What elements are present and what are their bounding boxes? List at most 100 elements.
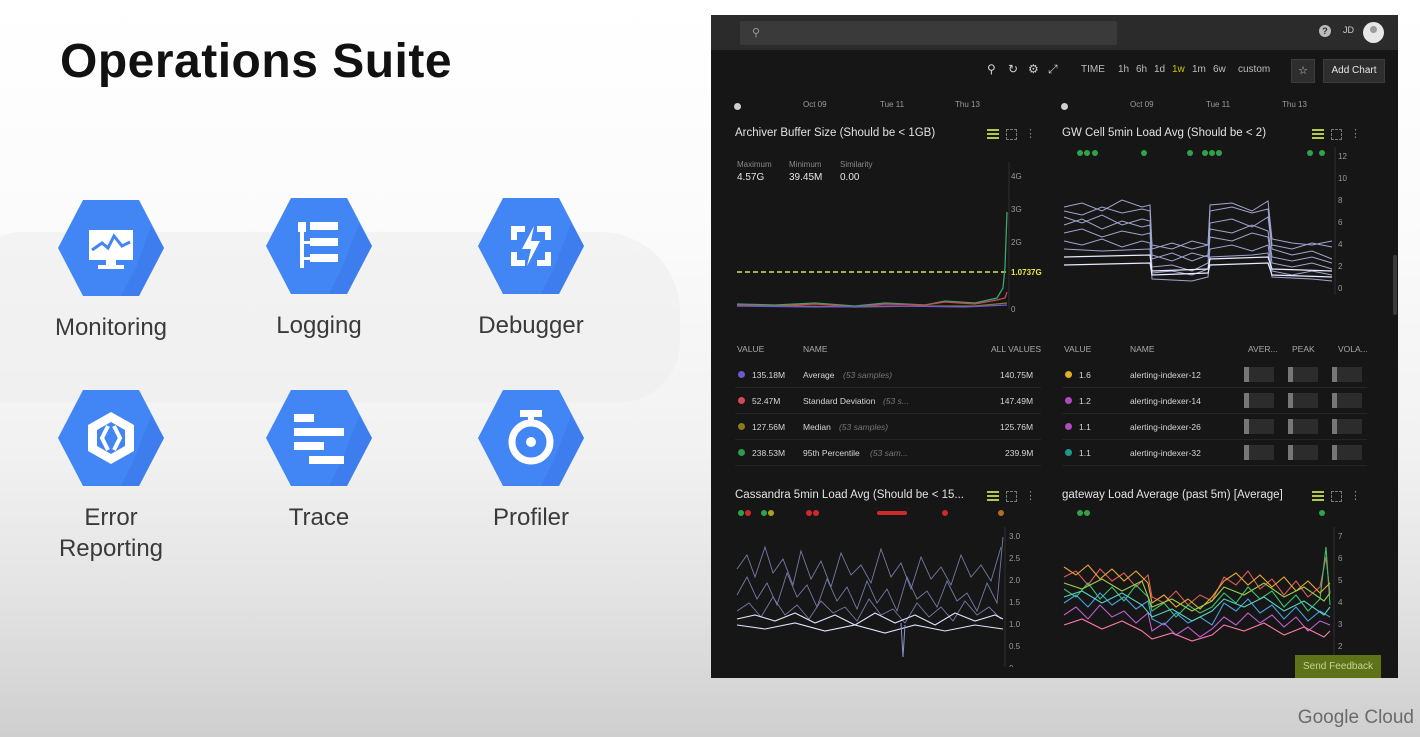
time-axis-label: Thu 13 [1282, 100, 1307, 109]
refresh-icon[interactable]: ↻ [1008, 62, 1018, 76]
average-bar [1244, 367, 1274, 382]
row-name: Standard Deviation [803, 396, 876, 406]
add-chart-button[interactable]: Add Chart [1323, 59, 1385, 83]
y-tick: 0.5 [1009, 642, 1021, 651]
y-tick: 6 [1338, 554, 1343, 563]
fullscreen-icon[interactable] [1331, 129, 1342, 140]
row-all: 239.9M [1005, 448, 1034, 458]
row-name: alerting-indexer-12 [1130, 370, 1201, 380]
y-tick: 4 [1338, 240, 1343, 249]
fullscreen-icon[interactable] [1006, 491, 1017, 502]
gear-icon[interactable]: ⚙ [1028, 62, 1039, 76]
dashboard-toolbar: ⚲ ↻ ⚙ ⤢ TIME 1h 6h 1d 1w 1m 6w custom ☆ … [711, 59, 1398, 83]
col-header[interactable]: ALL VALUES [991, 344, 1041, 354]
more-icon[interactable]: ⋮ [1025, 129, 1036, 140]
timeline-handle-right[interactable] [1061, 103, 1068, 110]
row-name: alerting-indexer-14 [1130, 396, 1201, 406]
range-1w[interactable]: 1w [1172, 64, 1185, 75]
peak-bar [1288, 419, 1318, 434]
y-tick: 4 [1338, 598, 1343, 607]
row-name: alerting-indexer-26 [1130, 422, 1201, 432]
row-value: 1.6 [1079, 370, 1091, 380]
table-row[interactable]: 1.1 alerting-indexer-26 [1062, 413, 1367, 440]
range-6w[interactable]: 6w [1213, 64, 1226, 75]
series-color-dot [1065, 423, 1072, 430]
table-row[interactable]: 127.56M Median (53 samples) 125.76M [735, 413, 1041, 440]
chart-panel-gw-cell: GW Cell 5min Load Avg (Should be < 2) ⋮ … [1062, 127, 1382, 467]
table-row[interactable]: 1.2 alerting-indexer-14 [1062, 387, 1367, 414]
list-icon[interactable] [1312, 129, 1324, 139]
avatar[interactable] [1363, 22, 1384, 43]
fullscreen-icon[interactable] [1331, 491, 1342, 502]
time-label: TIME [1081, 64, 1105, 75]
volatility-bar [1332, 419, 1362, 434]
col-header[interactable]: VALUE [1064, 344, 1091, 354]
time-axis-label: Thu 13 [955, 100, 980, 109]
series-color-dot [1065, 371, 1072, 378]
chart-actions: ⋮ [987, 129, 1036, 141]
tool-error-reporting: Error Reporting [36, 388, 186, 564]
y-tick: 2.5 [1009, 554, 1021, 563]
volatility-bar [1332, 445, 1362, 460]
col-header[interactable]: NAME [803, 344, 828, 354]
tool-label-logging: Logging [276, 312, 362, 339]
chart-actions: ⋮ [1312, 491, 1361, 503]
expand-icon[interactable]: ⤢ [1048, 62, 1058, 77]
timeline-handle-left[interactable] [734, 103, 741, 110]
range-1d[interactable]: 1d [1154, 64, 1165, 75]
range-custom[interactable]: custom [1238, 64, 1270, 75]
search-icon: ⚲ [752, 27, 761, 39]
more-icon[interactable]: ⋮ [1025, 491, 1036, 502]
search-input[interactable]: ⚲ [740, 21, 1117, 45]
list-icon[interactable] [987, 491, 999, 501]
tool-label-trace: Trace [288, 504, 350, 531]
send-feedback-button[interactable]: Send Feedback [1295, 655, 1381, 678]
chart-plot-archiver: 4G 3G 2G 0 1.0737G [736, 162, 1042, 314]
range-6h[interactable]: 6h [1136, 64, 1147, 75]
row-sub: (53 s... [883, 396, 909, 406]
table-row[interactable]: 1.1 alerting-indexer-32 [1062, 439, 1367, 466]
row-name: 95th Percentile [803, 448, 860, 458]
list-icon[interactable] [987, 129, 999, 139]
average-bar [1244, 419, 1274, 434]
debugger-icon [478, 198, 584, 294]
series-color-dot [738, 397, 745, 404]
zoom-icon[interactable]: ⚲ [987, 62, 996, 76]
help-icon[interactable]: ? [1319, 25, 1331, 37]
y-axis-ticks: 12 10 8 6 4 2 0 [1338, 152, 1347, 293]
y-tick: 8 [1338, 196, 1343, 205]
table-row[interactable]: 52.47M Standard Deviation (53 s... 147.4… [735, 387, 1041, 414]
col-header[interactable]: NAME [1130, 344, 1155, 354]
monitoring-console: ⚲ ? JD ⚲ ↻ ⚙ ⤢ TIME 1h 6h 1d 1w 1m 6w cu… [711, 15, 1398, 678]
y-tick: 0 [1338, 284, 1343, 293]
list-icon[interactable] [1312, 491, 1324, 501]
y-tick: 1.5 [1009, 598, 1021, 607]
range-1m[interactable]: 1m [1192, 64, 1206, 75]
col-header[interactable]: AVER... [1248, 344, 1278, 354]
average-bar [1244, 445, 1274, 460]
volatility-bar [1332, 367, 1362, 382]
fullscreen-icon[interactable] [1006, 129, 1017, 140]
chart-actions: ⋮ [1312, 129, 1361, 141]
table-row[interactable]: 135.18M Average (53 samples) 140.75M [735, 361, 1041, 388]
col-header[interactable]: VOLA... [1338, 344, 1368, 354]
series-color-dot [738, 371, 745, 378]
error-reporting-icon [58, 390, 164, 486]
col-header[interactable]: VALUE [737, 344, 764, 354]
range-1h[interactable]: 1h [1118, 64, 1129, 75]
y-tick: 4G [1011, 172, 1022, 181]
chart-actions: ⋮ [987, 491, 1036, 503]
more-icon[interactable]: ⋮ [1350, 491, 1361, 502]
monitoring-icon [58, 200, 164, 296]
peak-bar [1288, 367, 1318, 382]
console-topbar: ⚲ ? JD [711, 15, 1398, 50]
tool-label-debugger: Debugger [478, 312, 584, 339]
y-tick: 2 [1338, 262, 1343, 271]
table-row[interactable]: 238.53M 95th Percentile (53 sam... 239.9… [735, 439, 1041, 466]
star-button[interactable]: ☆ [1291, 59, 1315, 83]
table-row[interactable]: 1.6 alerting-indexer-12 [1062, 361, 1367, 388]
more-icon[interactable]: ⋮ [1350, 129, 1361, 140]
scrollbar[interactable] [1393, 255, 1397, 315]
chart-panel-cassandra: Cassandra 5min Load Avg (Should be < 15.… [735, 489, 1045, 669]
col-header[interactable]: PEAK [1292, 344, 1315, 354]
